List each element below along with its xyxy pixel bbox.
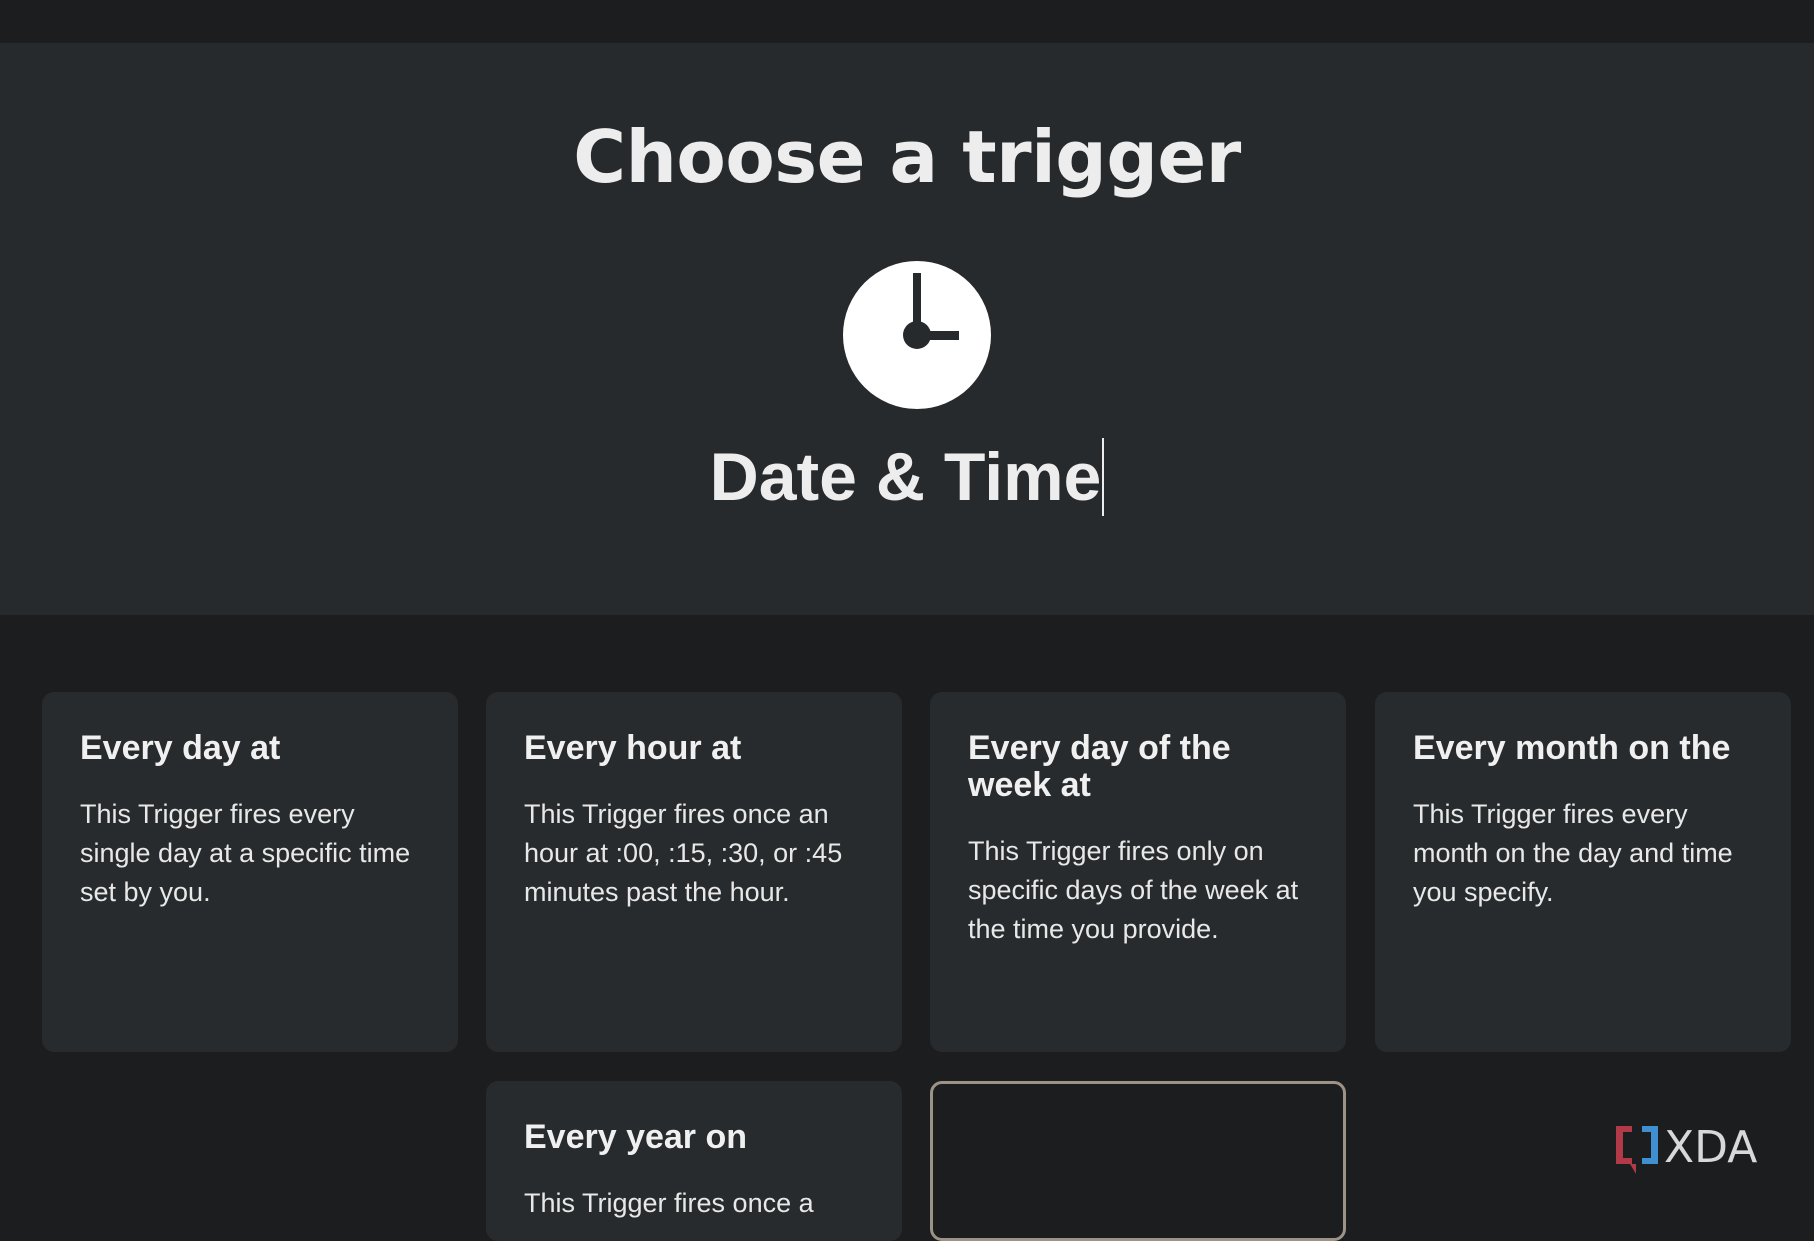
service-name: Date & Time	[709, 439, 1102, 515]
trigger-title: Every day at	[80, 729, 281, 767]
trigger-description: This Trigger fires every single day at a…	[80, 799, 411, 907]
trigger-title: Every day of the week at	[968, 729, 1231, 804]
service-name-field[interactable]: Date & Time	[0, 438, 1814, 517]
trigger-card-focused[interactable]	[930, 1081, 1346, 1241]
trigger-card-every-day[interactable]: Every day at This Trigger fires every si…	[42, 692, 458, 1052]
trigger-card-every-day-of-week[interactable]: Every day of the week at This Trigger fi…	[930, 692, 1346, 1052]
text-caret	[1102, 438, 1105, 517]
trigger-title: Every hour at	[524, 729, 742, 767]
xda-logo-icon: XDA	[1612, 1120, 1784, 1176]
trigger-card-every-hour[interactable]: Every hour at This Trigger fires once an…	[486, 692, 902, 1052]
top-bar	[0, 0, 1814, 43]
trigger-card-every-year[interactable]: Every year on This Trigger fires once a	[486, 1081, 902, 1241]
trigger-card-every-month[interactable]: Every month on the This Trigger fires ev…	[1375, 692, 1791, 1052]
page-title: Choose a trigger	[573, 115, 1241, 199]
trigger-header: Choose a trigger Date & Time	[0, 43, 1814, 615]
trigger-description: This Trigger fires once an hour at :00, …	[524, 799, 843, 907]
trigger-description: This Trigger fires every month on the da…	[1413, 799, 1733, 907]
xda-wordmark: XDA	[1664, 1122, 1757, 1173]
trigger-description: This Trigger fires once a	[524, 1188, 814, 1218]
trigger-description: This Trigger fires only on specific days…	[968, 836, 1299, 944]
trigger-title: Every year on	[524, 1118, 748, 1156]
clock-icon	[843, 261, 991, 409]
trigger-title: Every month on the	[1413, 729, 1731, 767]
